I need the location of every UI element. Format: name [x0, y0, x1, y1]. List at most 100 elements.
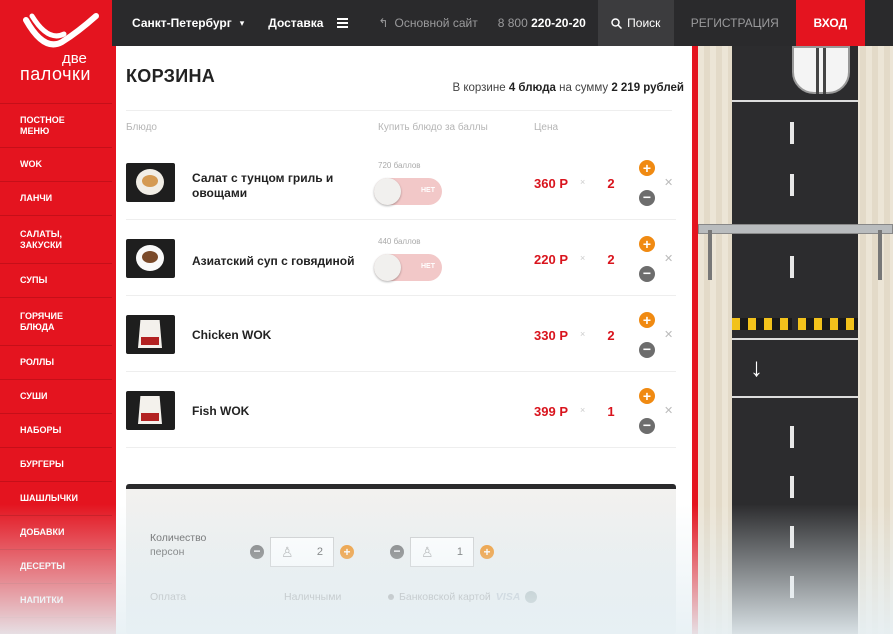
child-person-icon: ♙ [421, 543, 434, 560]
sidebar-item-label: WOK [20, 159, 42, 169]
summary-prefix: В корзине [452, 82, 506, 94]
sidebar-item-label: Салаты, закуски [20, 228, 63, 250]
sidebar-item-burgers[interactable]: Бургеры [0, 448, 112, 482]
radio-selected-icon [388, 594, 394, 600]
kids-count-field[interactable]: ♙ 1 [410, 537, 474, 567]
sidebar-item-sets[interactable]: Наборы [0, 414, 112, 448]
menu-icon[interactable] [337, 18, 349, 28]
dish-thumbnail[interactable] [126, 239, 175, 278]
sidebar-item-lunches[interactable]: Ланчи [0, 182, 112, 216]
increase-adults-button[interactable]: + [340, 545, 354, 559]
main-site-link[interactable]: ↰ Основной сайт [378, 16, 477, 30]
sidebar-item-label: Роллы [20, 357, 55, 367]
decrease-quantity-button[interactable]: − [639, 418, 655, 434]
dish-quantity: 2 [607, 252, 615, 267]
sidebar-item-salads[interactable]: Салаты, закуски [0, 216, 112, 264]
increase-kids-button[interactable]: + [480, 545, 494, 559]
dish-price: 220 Р [534, 252, 568, 267]
remove-item-icon[interactable]: ✕ [664, 404, 673, 417]
phone-main: 220-20-20 [531, 16, 586, 30]
sidebar-item-sushi[interactable]: Суши [0, 380, 112, 414]
sidebar-item-wok[interactable]: WOK [0, 148, 112, 182]
sidebar-item-label: Бургеры [20, 459, 64, 469]
dish-quantity: 2 [607, 176, 615, 191]
toggle-label: НЕТ [421, 263, 435, 270]
sidebar-item-desserts[interactable]: Десерты [0, 550, 112, 584]
sidebar-item-soups[interactable]: Супы [0, 264, 112, 298]
search-icon [611, 17, 623, 29]
barrier-post [708, 230, 712, 280]
dish-price: 330 Р [534, 328, 568, 343]
sidebar-item-drinks[interactable]: Напитки [0, 584, 112, 618]
pay-with-points-toggle[interactable]: НЕТ [374, 254, 442, 281]
back-arrow-icon: ↰ [378, 16, 389, 30]
logo-text-line2: палочки [20, 64, 91, 84]
cart-item-row: Салат с тунцом гриль и овощами 720 балло… [126, 144, 676, 220]
phone-number[interactable]: 8 800 220-20-20 [498, 16, 586, 30]
dish-quantity: 2 [607, 328, 615, 343]
dish-name[interactable]: Fish WOK [192, 404, 368, 419]
sidebar-item-label: Шашлычки [20, 493, 78, 503]
payment-card-option[interactable]: Банковской картой VISA [388, 591, 538, 603]
search-button[interactable]: Поиск [597, 0, 674, 46]
sidebar-item-extras[interactable]: Добавки [0, 516, 112, 550]
dish-thumbnail[interactable] [126, 315, 175, 354]
chevron-down-icon[interactable]: ▾ [240, 18, 245, 29]
persons-label: Количество персон [150, 532, 207, 558]
sidebar-item-label: Постное меню [20, 114, 65, 136]
summary-mid: на сумму [559, 82, 609, 94]
sidebar-item-kebabs[interactable]: Шашлычки [0, 482, 112, 516]
payment-cash-option[interactable]: Наличными [284, 591, 341, 603]
multiply-sign: × [580, 177, 586, 187]
multiply-sign: × [580, 405, 586, 415]
top-navigation-bar: Санкт-Петербург ▾ Доставка ↰ Основной са… [112, 0, 893, 46]
points-cost: 440 баллов [378, 237, 421, 246]
sidebar-item-label: Десерты [20, 561, 66, 571]
decrease-adults-button[interactable]: − [250, 545, 264, 559]
search-label: Поиск [627, 16, 661, 30]
decrease-kids-button[interactable]: − [390, 545, 404, 559]
sidebar-menu: Постное меню WOK Ланчи Салаты, закуски С… [0, 104, 112, 618]
decrease-quantity-button[interactable]: − [639, 342, 655, 358]
decrease-quantity-button[interactable]: − [639, 266, 655, 282]
payment-label: Оплата [150, 591, 187, 603]
dish-name[interactable]: Азиатский суп с говядиной [192, 254, 368, 269]
dish-thumbnail[interactable] [126, 391, 175, 430]
dish-quantity: 1 [607, 404, 615, 419]
adult-person-icon: ♙ [281, 543, 294, 560]
sidebar-item-label: Супы [20, 275, 48, 285]
delivery-link[interactable]: Доставка [268, 16, 323, 30]
increase-quantity-button[interactable]: + [639, 160, 655, 176]
dish-thumbnail[interactable] [126, 163, 175, 202]
logo[interactable]: две палочки [0, 0, 112, 104]
increase-quantity-button[interactable]: + [639, 236, 655, 252]
sidebar-item-rolls[interactable]: Роллы [0, 346, 112, 380]
sidebar-item-label: Напитки [20, 595, 64, 605]
adults-count: 2 [316, 546, 323, 558]
chopsticks-logo-icon [23, 13, 99, 48]
login-button[interactable]: ВХОД [795, 0, 865, 46]
remove-item-icon[interactable]: ✕ [664, 328, 673, 341]
decrease-quantity-button[interactable]: − [639, 190, 655, 206]
adults-stepper: − ♙ 2 + [250, 537, 354, 567]
sidebar-item-label: Ланчи [20, 193, 53, 203]
sidebar: две палочки Постное меню WOK Ланчи Салат… [0, 0, 112, 634]
sidebar-item-lent-menu[interactable]: Постное меню [0, 104, 112, 148]
register-link[interactable]: РЕГИСТРАЦИЯ [674, 16, 796, 30]
remove-item-icon[interactable]: ✕ [664, 176, 673, 189]
barrier [698, 224, 893, 234]
cart-summary: В корзине 4 блюда на сумму 2 219 рублей [452, 82, 684, 94]
sidebar-item-hot-dishes[interactable]: Горячие блюда [0, 298, 112, 346]
city-selector[interactable]: Санкт-Петербург [132, 16, 232, 30]
main-site-label: Основной сайт [394, 16, 478, 30]
remove-item-icon[interactable]: ✕ [664, 252, 673, 265]
cart-item-row: Chicken WOK 330 Р × 2 + − ✕ [126, 296, 676, 372]
increase-quantity-button[interactable]: + [639, 312, 655, 328]
cart-item-row: Fish WOK 399 Р × 1 + − ✕ [126, 372, 676, 448]
points-cost: 720 баллов [378, 161, 421, 170]
increase-quantity-button[interactable]: + [639, 388, 655, 404]
pay-with-points-toggle[interactable]: НЕТ [374, 178, 442, 205]
adults-count-field[interactable]: ♙ 2 [270, 537, 334, 567]
dish-name[interactable]: Салат с тунцом гриль и овощами [192, 171, 368, 201]
dish-name[interactable]: Chicken WOK [192, 328, 368, 343]
